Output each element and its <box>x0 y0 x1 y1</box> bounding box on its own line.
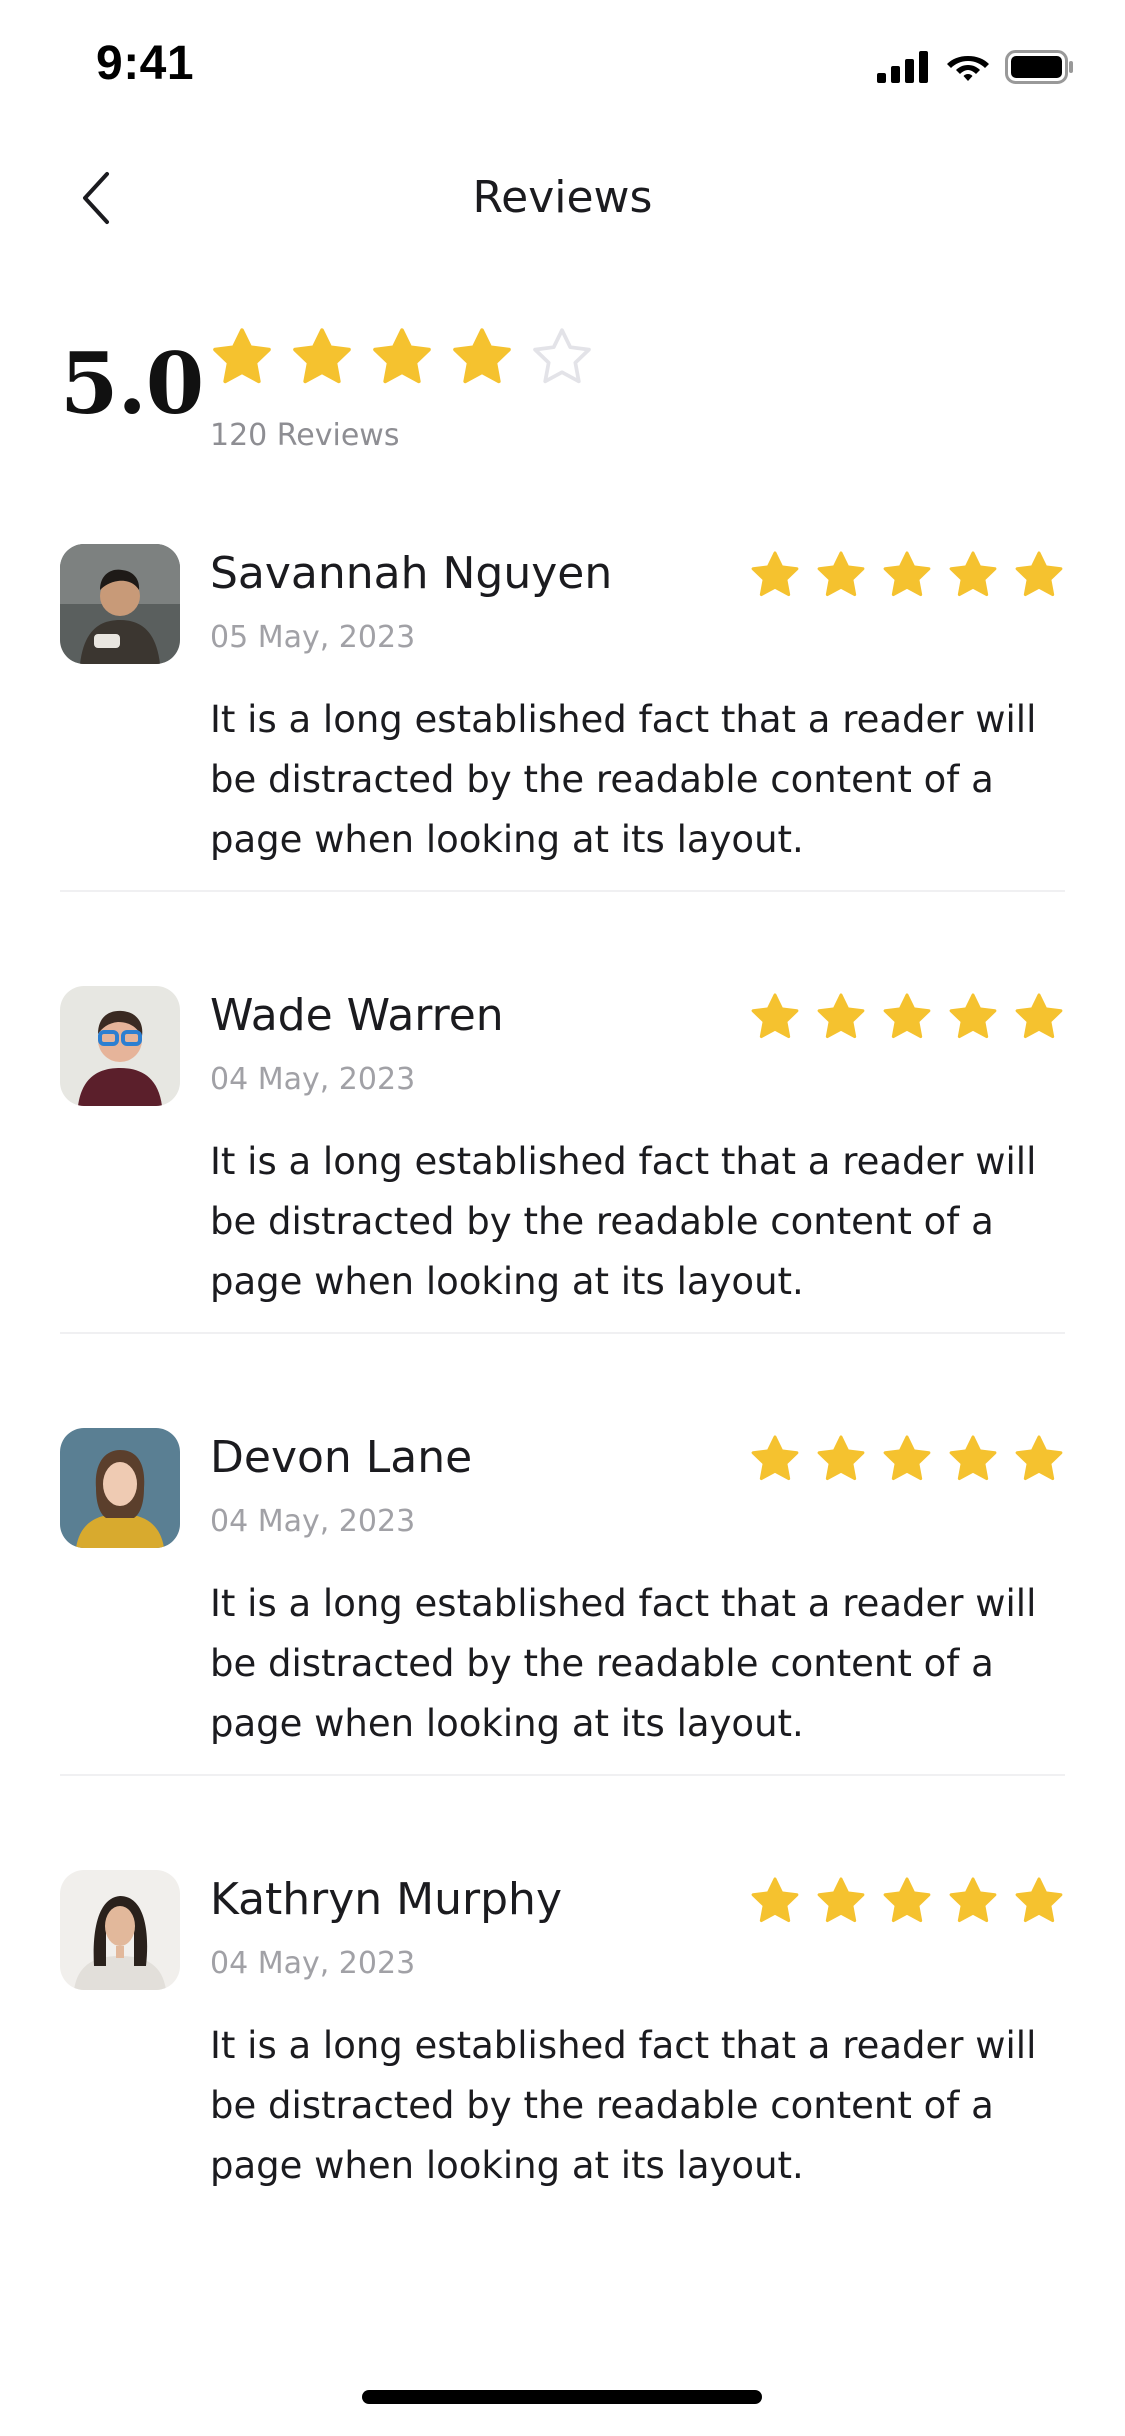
reviewer-name: Savannah Nguyen <box>210 548 613 599</box>
average-score: 5.0 <box>60 334 204 433</box>
star-filled-icon <box>881 1432 933 1484</box>
star-filled-icon <box>881 1874 933 1926</box>
star-filled-icon <box>947 548 999 600</box>
review-star-rating <box>749 990 1065 1042</box>
star-filled-icon <box>815 548 867 600</box>
page-title: Reviews <box>472 172 653 223</box>
status-icons <box>877 50 1075 84</box>
review-text: It is a long established fact that a rea… <box>210 1140 1037 1303</box>
reviewer-name: Devon Lane <box>210 1432 473 1483</box>
review-star-rating <box>749 548 1065 600</box>
star-filled-icon <box>749 990 801 1042</box>
star-filled-icon <box>815 1432 867 1484</box>
review-item: Wade Warren 04 May, 2023 It is a long es… <box>60 982 1065 1334</box>
status-bar: 9:41 <box>0 0 1125 140</box>
review-text: It is a long established fact that a rea… <box>210 1582 1037 1745</box>
star-filled-icon <box>290 324 354 388</box>
avatar <box>60 1428 180 1548</box>
reviewer-name: Wade Warren <box>210 990 504 1041</box>
star-filled-icon <box>815 1874 867 1926</box>
review-item: Devon Lane 04 May, 2023 It is a long est… <box>60 1424 1065 1776</box>
review-count: 120 Reviews <box>210 418 400 453</box>
star-filled-icon <box>881 548 933 600</box>
avatar <box>60 986 180 1106</box>
star-filled-icon <box>1013 1432 1065 1484</box>
star-filled-icon <box>749 548 801 600</box>
star-filled-icon <box>370 324 434 388</box>
star-empty-icon <box>530 324 594 388</box>
reviewer-name: Kathryn Murphy <box>210 1874 562 1925</box>
avatar <box>60 1870 180 1990</box>
review-item: Kathryn Murphy 04 May, 2023 It is a long… <box>60 1866 1065 2216</box>
star-filled-icon <box>815 990 867 1042</box>
star-filled-icon <box>947 1432 999 1484</box>
review-star-rating <box>749 1874 1065 1926</box>
nav-header: Reviews <box>0 150 1125 250</box>
review-text: It is a long established fact that a rea… <box>210 2024 1037 2187</box>
review-date: 04 May, 2023 <box>210 1062 416 1097</box>
review-date: 04 May, 2023 <box>210 1946 416 1981</box>
star-filled-icon <box>947 1874 999 1926</box>
star-filled-icon <box>210 324 274 388</box>
star-filled-icon <box>749 1432 801 1484</box>
wifi-icon <box>945 50 991 84</box>
star-filled-icon <box>1013 548 1065 600</box>
star-filled-icon <box>947 990 999 1042</box>
star-filled-icon <box>1013 990 1065 1042</box>
review-item: Savannah Nguyen 05 May, 2023 It is a lon… <box>60 540 1065 892</box>
rating-summary: 5.0 120 Reviews <box>60 320 1060 470</box>
review-date: 04 May, 2023 <box>210 1504 416 1539</box>
battery-icon <box>1005 50 1075 84</box>
star-filled-icon <box>749 1874 801 1926</box>
review-text: It is a long established fact that a rea… <box>210 698 1037 861</box>
avatar <box>60 544 180 664</box>
review-list: Savannah Nguyen 05 May, 2023 It is a lon… <box>60 540 1065 2306</box>
review-date: 05 May, 2023 <box>210 620 416 655</box>
review-star-rating <box>749 1432 1065 1484</box>
home-indicator[interactable] <box>362 2390 762 2404</box>
cellular-signal-icon <box>877 51 931 83</box>
status-time: 9:41 <box>96 37 195 90</box>
star-filled-icon <box>1013 1874 1065 1926</box>
star-filled-icon <box>450 324 514 388</box>
star-filled-icon <box>881 990 933 1042</box>
summary-star-rating <box>210 324 594 388</box>
